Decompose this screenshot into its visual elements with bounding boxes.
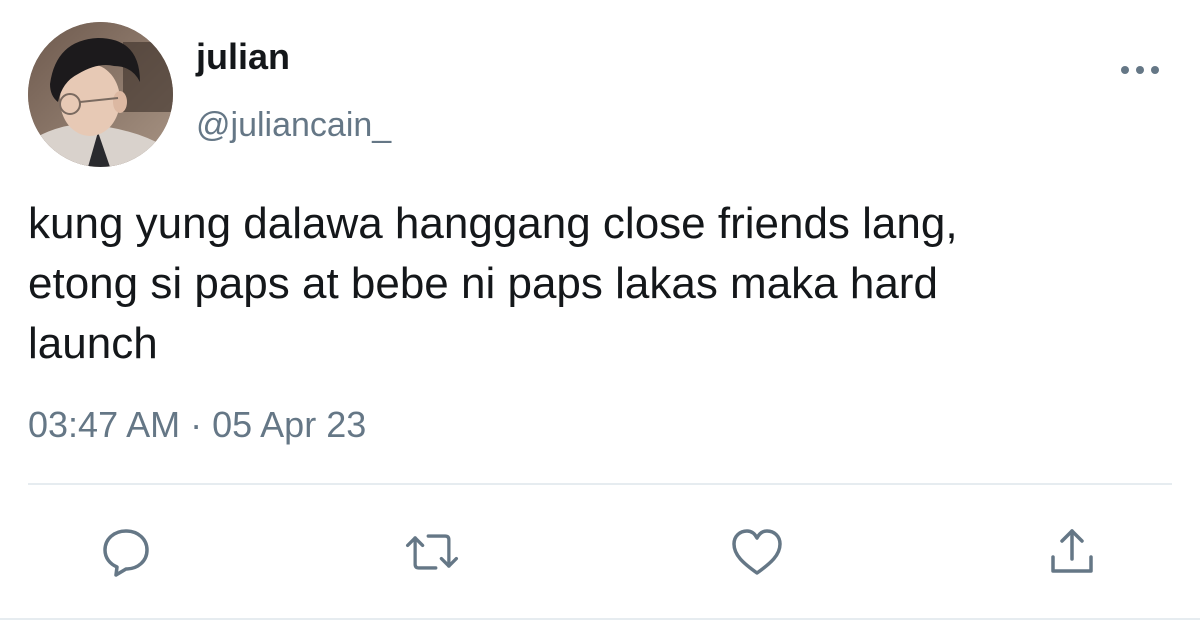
tweet-date: 05 Apr 23 bbox=[212, 404, 367, 445]
reply-button[interactable] bbox=[96, 522, 156, 582]
retweet-button[interactable] bbox=[402, 522, 462, 582]
share-button[interactable] bbox=[1042, 522, 1102, 582]
avatar[interactable] bbox=[28, 22, 173, 167]
tweet-time: 03:47 AM bbox=[28, 404, 181, 445]
tweet-text-line: launch bbox=[28, 319, 158, 368]
tweet-text-line: etong si paps at bebe ni paps lakas maka… bbox=[28, 259, 938, 308]
retweet-icon bbox=[405, 534, 459, 570]
like-button[interactable] bbox=[727, 522, 787, 582]
more-dots-icon bbox=[1121, 66, 1159, 74]
heart-icon bbox=[732, 529, 782, 575]
meta-separator: · bbox=[190, 404, 203, 445]
avatar-image bbox=[28, 22, 173, 167]
tweet-timestamp[interactable]: 03:47 AM · 05 Apr 23 bbox=[28, 403, 366, 447]
share-upload-icon bbox=[1051, 529, 1093, 573]
tweet-text: kung yung dalawa hanggang close friends … bbox=[28, 194, 1178, 374]
display-name[interactable]: julian bbox=[196, 36, 290, 78]
more-options-button[interactable] bbox=[1112, 52, 1168, 88]
bottom-divider bbox=[0, 618, 1200, 620]
user-handle[interactable]: @juliancain_ bbox=[196, 105, 391, 145]
reply-bubble-icon bbox=[103, 529, 149, 577]
tweet-text-line: kung yung dalawa hanggang close friends … bbox=[28, 199, 958, 248]
tweet-card: julian @juliancain_ kung yung dalawa han… bbox=[0, 0, 1200, 636]
divider bbox=[28, 483, 1172, 485]
